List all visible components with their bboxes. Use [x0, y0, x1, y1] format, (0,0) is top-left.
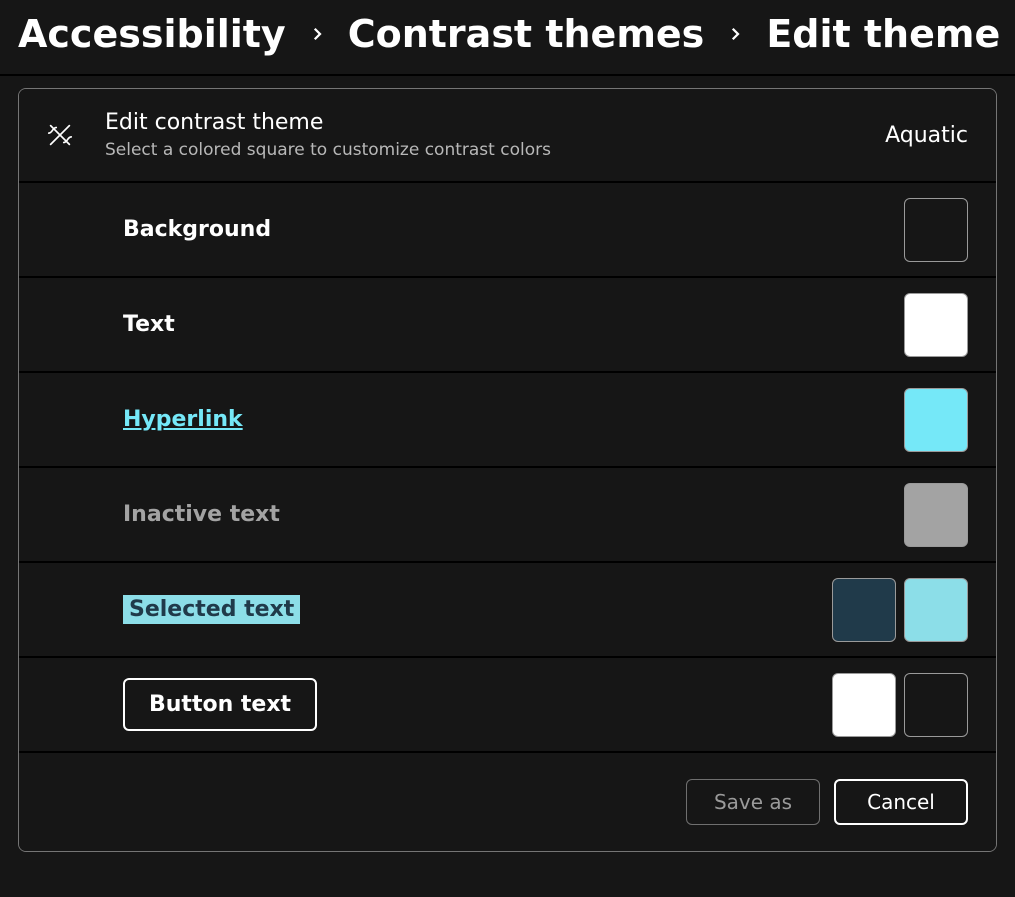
swatch-inactive-text[interactable]: [904, 483, 968, 547]
row-inactive-text: Inactive text: [19, 468, 996, 563]
swatch-selected-text-fg[interactable]: [832, 578, 896, 642]
panel-header: Edit contrast theme Select a colored squ…: [19, 89, 996, 183]
label-text: Text: [123, 312, 904, 337]
breadcrumb: Accessibility Contrast themes Edit theme: [0, 0, 1015, 74]
breadcrumb-item-contrast-themes[interactable]: Contrast themes: [348, 12, 705, 56]
label-selected-text: Selected text: [123, 595, 300, 624]
label-inactive-text: Inactive text: [123, 502, 904, 527]
chevron-right-icon: [726, 25, 744, 43]
row-background: Background: [19, 183, 996, 278]
chevron-right-icon: [308, 25, 326, 43]
cancel-button[interactable]: Cancel: [834, 779, 968, 825]
edit-contrast-theme-panel: Edit contrast theme Select a colored squ…: [18, 88, 997, 852]
panel-actions: Save as Cancel: [19, 753, 996, 851]
panel-title: Edit contrast theme: [105, 109, 857, 137]
swatch-button-text-fg[interactable]: [832, 673, 896, 737]
label-hyperlink: Hyperlink: [123, 407, 243, 432]
theme-name-label: Aquatic: [885, 123, 968, 148]
row-selected-text: Selected text: [19, 563, 996, 658]
swatch-hyperlink[interactable]: [904, 388, 968, 452]
label-button-text: Button text: [123, 678, 317, 731]
row-button-text: Button text: [19, 658, 996, 753]
label-background: Background: [123, 217, 904, 242]
brush-icon: [43, 118, 77, 152]
breadcrumb-item-edit-theme: Edit theme: [766, 12, 1000, 56]
swatch-button-text-bg[interactable]: [904, 673, 968, 737]
swatch-selected-text-bg[interactable]: [904, 578, 968, 642]
row-hyperlink: Hyperlink: [19, 373, 996, 468]
swatch-text[interactable]: [904, 293, 968, 357]
divider: [0, 74, 1015, 76]
swatch-background[interactable]: [904, 198, 968, 262]
breadcrumb-item-accessibility[interactable]: Accessibility: [18, 12, 286, 56]
row-text: Text: [19, 278, 996, 373]
panel-subtitle: Select a colored square to customize con…: [105, 139, 857, 162]
save-as-button[interactable]: Save as: [686, 779, 820, 825]
